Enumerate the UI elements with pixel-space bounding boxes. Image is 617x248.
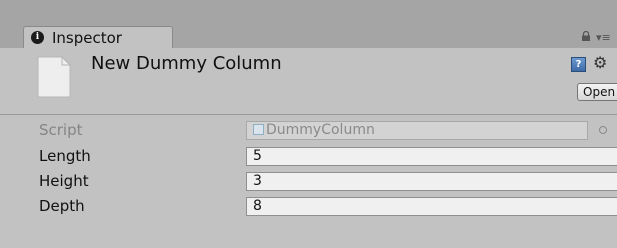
depth-field[interactable]: 8 <box>246 197 617 216</box>
length-field[interactable]: 5 <box>246 147 617 166</box>
property-label-script: Script <box>39 121 83 139</box>
gear-icon[interactable]: ⚙ <box>593 53 607 72</box>
script-file-icon <box>253 124 264 135</box>
script-name: DummyColumn <box>266 122 375 138</box>
property-row-script: Script DummyColumn <box>0 120 617 140</box>
lock-icon[interactable] <box>581 31 591 41</box>
tab-menu-icon[interactable]: ▾≡ <box>596 31 611 44</box>
property-label-height: Height <box>39 172 89 190</box>
property-row-length: Length 5 <box>0 146 617 166</box>
tab-label: Inspector <box>52 29 122 47</box>
inspector-header: New Dummy Column ? ⚙ Open <box>0 48 617 114</box>
property-row-height: Height 3 <box>0 171 617 191</box>
property-row-depth: Depth 8 <box>0 196 617 216</box>
help-icon[interactable]: ? <box>571 57 586 72</box>
info-icon: i <box>31 31 44 44</box>
property-label-depth: Depth <box>39 197 85 215</box>
script-field[interactable]: DummyColumn <box>246 121 588 140</box>
asset-name: New Dummy Column <box>91 53 282 74</box>
property-label-length: Length <box>39 147 91 165</box>
height-field[interactable]: 3 <box>246 172 617 191</box>
tab-inspector[interactable]: i Inspector <box>23 26 173 49</box>
open-button[interactable]: Open <box>577 83 617 101</box>
asset-file-icon <box>37 56 71 98</box>
object-picker-icon[interactable] <box>599 126 607 134</box>
tab-bar: i Inspector ▾≡ <box>0 0 617 49</box>
header-divider <box>0 114 617 115</box>
